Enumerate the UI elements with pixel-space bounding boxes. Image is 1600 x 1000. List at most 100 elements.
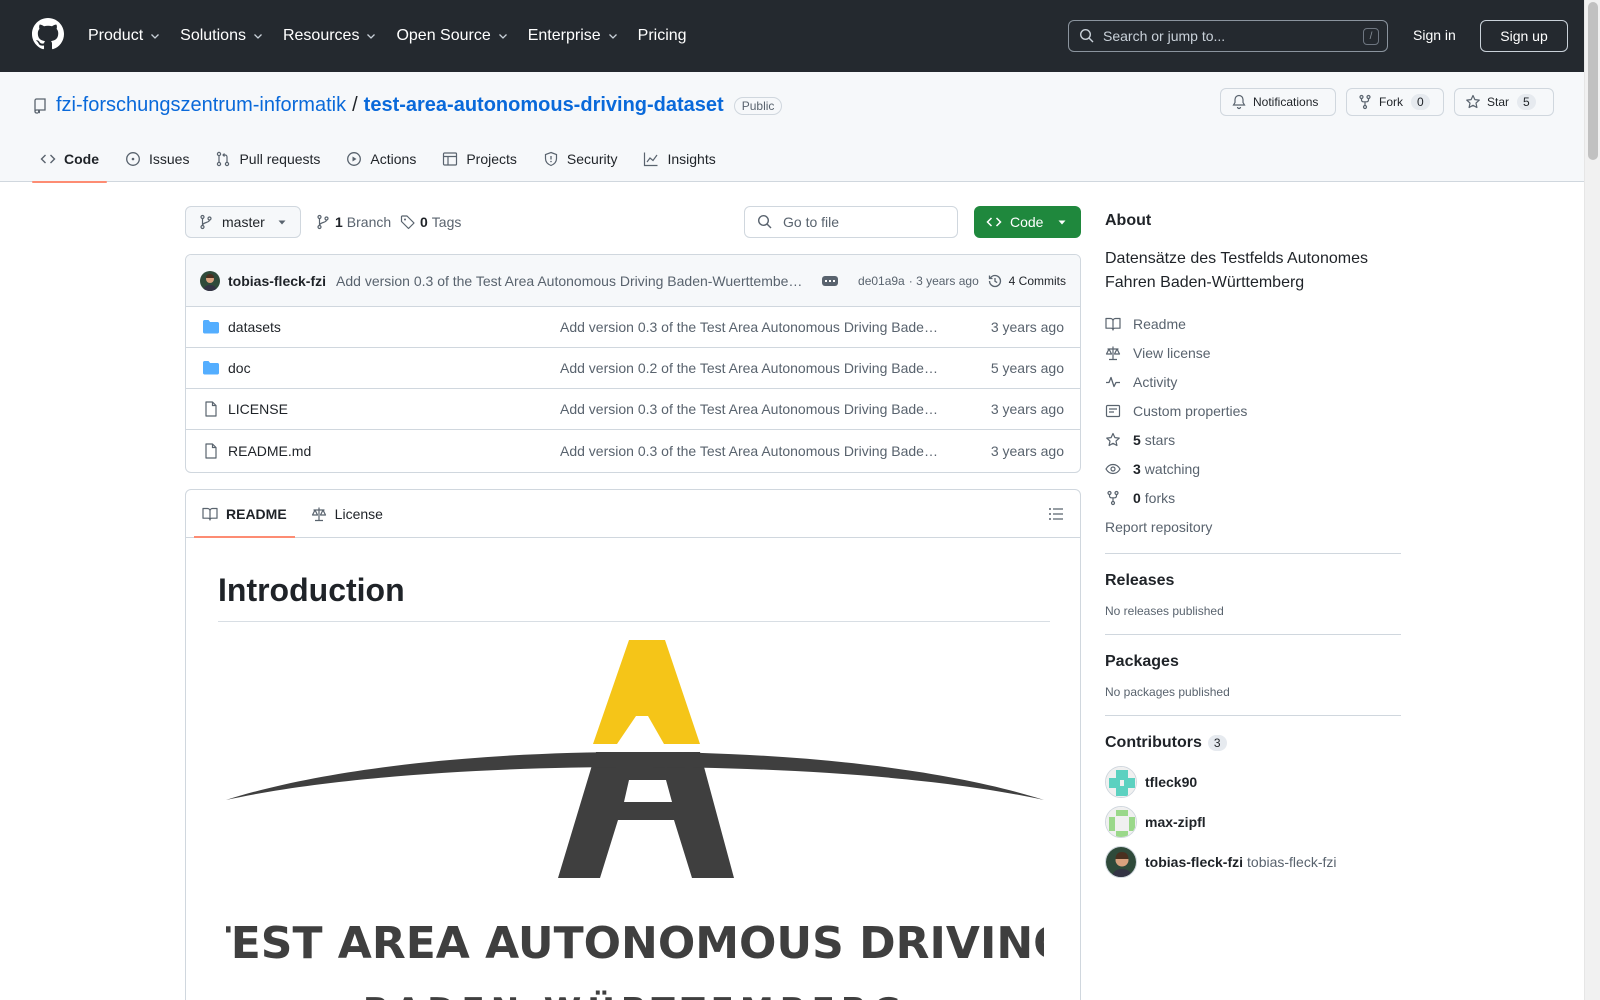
repo-name-link[interactable]: test-area-autonomous-driving-dataset — [364, 94, 724, 117]
code-icon — [986, 214, 1002, 230]
custom-properties-link[interactable]: Custom properties — [1105, 396, 1401, 425]
nav-enterprise[interactable]: Enterprise — [528, 27, 619, 45]
file-age: 5 years ago — [990, 360, 1064, 376]
tab-security[interactable]: Security — [535, 136, 626, 182]
avatar[interactable] — [1105, 846, 1137, 878]
chevron-down-icon — [607, 30, 619, 42]
divider — [1105, 553, 1401, 554]
tab-projects[interactable]: Projects — [434, 136, 525, 182]
tab-readme[interactable]: README — [194, 490, 295, 538]
avatar[interactable] — [200, 270, 220, 291]
law-icon — [311, 506, 335, 522]
activity-link[interactable]: Activity — [1105, 367, 1401, 396]
stars-count: 5 — [1133, 431, 1141, 448]
tags-link[interactable]: 0 Tags — [400, 206, 461, 238]
nav-resources[interactable]: Resources — [283, 27, 377, 45]
search-placeholder: Search or jump to... — [1103, 28, 1226, 44]
branch-selector[interactable]: master — [185, 206, 301, 238]
contributors-section: Contributors 3 tfleck90 max-zipfl tobias… — [1105, 734, 1401, 882]
go-to-file-input[interactable]: Go to file — [744, 206, 958, 238]
commit-age: · 3 years ago — [908, 273, 979, 288]
readme-link[interactable]: Readme — [1105, 309, 1401, 338]
file-name-link[interactable]: doc — [228, 360, 251, 376]
file-commit-message[interactable]: Add version 0.3 of the Test Area Autonom… — [560, 401, 940, 417]
sign-up-button[interactable]: Sign up — [1480, 20, 1568, 52]
watchers-link[interactable]: 3 watching — [1105, 454, 1401, 483]
github-logo-icon[interactable] — [32, 18, 64, 50]
file-row-readme[interactable]: README.md Add version 0.3 of the Test Ar… — [186, 430, 1080, 471]
search-input[interactable]: Search or jump to... / — [1068, 20, 1388, 52]
tab-license[interactable]: License — [303, 490, 391, 537]
bell-icon — [1231, 94, 1253, 110]
contributor-item[interactable]: tfleck90 — [1105, 762, 1401, 802]
breadcrumb-separator: / — [352, 94, 358, 116]
tab-code[interactable]: Code — [32, 136, 107, 183]
file-name-link[interactable]: datasets — [228, 319, 281, 335]
expand-commit-message-icon[interactable] — [822, 275, 839, 286]
tag-count: 0 — [420, 214, 428, 230]
commit-hash-link[interactable]: de01a9a — [858, 274, 905, 288]
chevron-down-icon — [149, 30, 161, 42]
releases-title-link[interactable]: Releases — [1105, 572, 1174, 589]
star-icon — [1105, 432, 1133, 448]
go-to-file-placeholder: Go to file — [783, 214, 840, 230]
nav-solutions[interactable]: Solutions — [180, 27, 264, 45]
commit-author-link[interactable]: tobias-fleck-fzi — [228, 273, 326, 289]
file-name-link[interactable]: README.md — [228, 443, 311, 459]
table-icon — [442, 151, 466, 167]
forks-link[interactable]: 0 forks — [1105, 483, 1401, 512]
repo-description: Datensätze des Testfelds Autonomes Fahre… — [1105, 250, 1368, 291]
commits-history-link[interactable]: 4 Commits — [987, 273, 1066, 289]
repo-icon — [32, 97, 48, 114]
fork-button[interactable]: Fork 0 — [1346, 88, 1444, 116]
nav-open-source[interactable]: Open Source — [396, 27, 508, 45]
notifications-button[interactable]: Notifications — [1220, 88, 1336, 116]
file-commit-message[interactable]: Add version 0.3 of the Test Area Autonom… — [560, 319, 940, 335]
chevron-down-icon — [252, 30, 264, 42]
tab-issues[interactable]: Issues — [117, 136, 197, 182]
license-link[interactable]: View license — [1105, 338, 1401, 367]
caret-down-icon — [1057, 217, 1067, 227]
code-dropdown-button[interactable]: Code — [974, 206, 1081, 238]
avatar[interactable] — [1105, 806, 1137, 838]
page-scrollbar[interactable] — [1584, 0, 1600, 1000]
tag-icon — [400, 214, 416, 230]
readme-label: Readme — [1133, 315, 1186, 332]
star-button[interactable]: Star 5 — [1454, 88, 1554, 116]
branches-link[interactable]: 1 Branch — [315, 206, 391, 238]
tab-label: README — [226, 505, 287, 522]
tab-pull-requests[interactable]: Pull requests — [207, 136, 328, 182]
tab-actions[interactable]: Actions — [338, 136, 424, 182]
about-title: About — [1105, 212, 1152, 229]
file-row-doc[interactable]: doc Add version 0.2 of the Test Area Aut… — [186, 348, 1080, 389]
scrollbar-thumb[interactable] — [1588, 2, 1598, 160]
repo-owner-link[interactable]: fzi-forschungszentrum-informatik — [56, 94, 346, 117]
contributors-title-link[interactable]: Contributors — [1105, 734, 1202, 752]
nav-pricing[interactable]: Pricing — [638, 27, 687, 45]
tab-insights[interactable]: Insights — [635, 136, 723, 182]
commit-message-link[interactable]: Add version 0.3 of the Test Area Autonom… — [336, 273, 806, 289]
contributor-item[interactable]: max-zipfl — [1105, 802, 1401, 842]
tab-label: Projects — [466, 151, 517, 167]
file-row-datasets[interactable]: datasets Add version 0.3 of the Test Are… — [186, 307, 1080, 348]
avatar[interactable] — [1105, 766, 1137, 798]
logo-title-text: TEST AREA AUTONOMOUS DRIVING — [226, 918, 1044, 969]
readme-tabs: README License — [186, 490, 1080, 538]
readme-heading: Introduction — [218, 572, 1050, 622]
file-name-link[interactable]: LICENSE — [228, 401, 288, 417]
packages-title-link[interactable]: Packages — [1105, 653, 1179, 670]
contributor-item[interactable]: tobias-fleck-fzi tobias-fleck-fzi — [1105, 842, 1401, 882]
report-repository-link[interactable]: Report repository — [1105, 512, 1401, 541]
branch-icon — [315, 214, 331, 230]
stars-link[interactable]: 5 stars — [1105, 425, 1401, 454]
file-commit-message[interactable]: Add version 0.3 of the Test Area Autonom… — [560, 443, 940, 459]
graph-icon — [643, 151, 667, 167]
nav-product[interactable]: Product — [88, 27, 161, 45]
file-row-license[interactable]: LICENSE Add version 0.3 of the Test Area… — [186, 389, 1080, 430]
history-icon — [987, 273, 1003, 289]
file-commit-message[interactable]: Add version 0.2 of the Test Area Autonom… — [560, 360, 940, 376]
sign-in-link[interactable]: Sign in — [1413, 27, 1456, 43]
outline-list-icon[interactable] — [1048, 506, 1064, 522]
branch-icon — [198, 214, 214, 230]
law-icon — [1105, 345, 1133, 361]
